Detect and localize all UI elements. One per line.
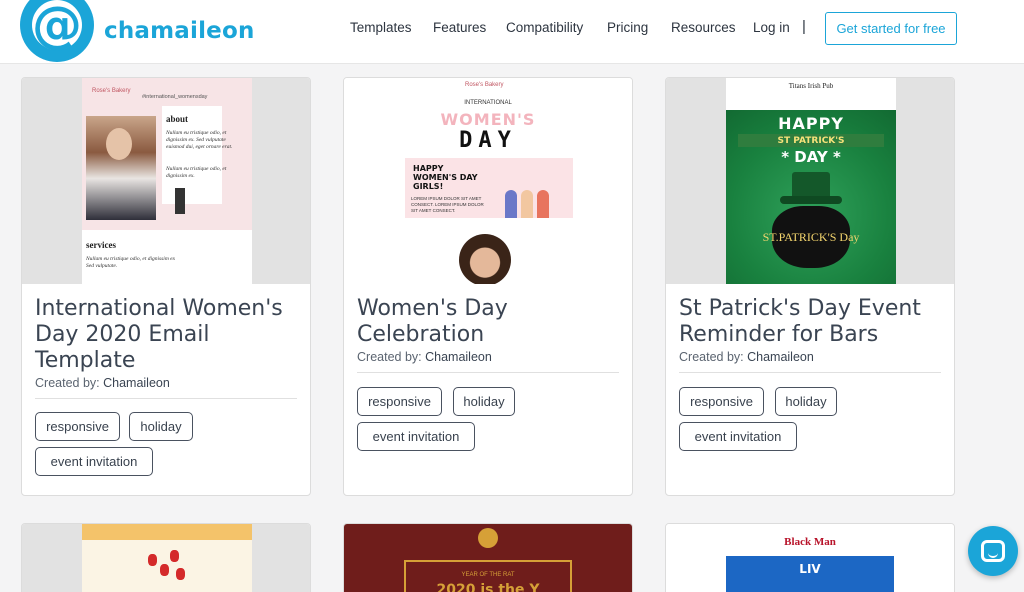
thumb-logo: Rose's Bakery <box>465 82 504 88</box>
template-card[interactable]: YEAR OF THE RAT 2020 is the Y <box>343 523 633 592</box>
thumb-headline: 2020 is the Y <box>436 582 540 592</box>
thumb-pot-label: ST.PATRICK'S Day <box>762 230 860 244</box>
leprechaun-hat-icon <box>792 172 830 198</box>
template-card[interactable]: Rose's Bakery INTERNATIONAL WOMEN'S DAY … <box>343 77 633 496</box>
card-divider <box>357 372 619 373</box>
thumb-year-label: YEAR OF THE RAT <box>461 572 515 578</box>
portrait-image <box>86 116 156 220</box>
thumb-section-body: Nullam eu tristique odio, et dignissim e… <box>86 256 176 269</box>
template-card[interactable]: Rose's Bakery #international_womensday a… <box>21 77 311 496</box>
thumb-section-heading: services <box>86 240 116 250</box>
tag-holiday[interactable]: holiday <box>453 387 515 416</box>
nav-separator: | <box>802 18 806 35</box>
woman-illustration <box>537 190 549 218</box>
tag-responsive[interactable]: responsive <box>357 387 442 416</box>
card-title[interactable]: Women's Day Celebration <box>357 296 627 348</box>
lantern-icon <box>176 568 185 580</box>
nav-pricing[interactable]: Pricing <box>607 20 648 35</box>
template-thumbnail[interactable]: Black Man LIV <box>666 524 954 592</box>
thumb-scroll-bar <box>175 188 185 214</box>
thumb-line-2: ST PATRICK'S <box>777 136 845 146</box>
woman-illustration <box>521 190 533 218</box>
template-thumbnail[interactable]: Rose's Bakery INTERNATIONAL WOMEN'S DAY … <box>344 78 632 284</box>
thumb-banner-body: LOREM IPSUM DOLOR SIT AMET CONSECT. LORE… <box>411 196 484 213</box>
thumb-logo: Rose's Bakery <box>92 88 131 94</box>
template-thumbnail[interactable] <box>22 524 310 592</box>
template-thumbnail[interactable]: Rose's Bakery #international_womensday a… <box>22 78 310 284</box>
chat-launcher-button[interactable] <box>968 526 1018 576</box>
thumb-line-1: HAPPY <box>778 114 844 133</box>
lantern-icon <box>160 564 169 576</box>
tag-event-invitation[interactable]: event invitation <box>357 422 475 451</box>
chat-bubble-icon <box>981 540 1005 562</box>
tag-holiday[interactable]: holiday <box>775 387 837 416</box>
thumb-body: Nullam eu tristique odio, et dignissim e… <box>166 130 233 150</box>
card-divider <box>679 372 941 373</box>
thumb-hashtag: #international_womensday <box>142 94 208 100</box>
thumb-line: LIV <box>799 562 821 576</box>
lantern-icon <box>148 554 157 566</box>
thumb-line-1: INTERNATIONAL <box>464 100 512 106</box>
thumb-line-2: WOMEN'S <box>440 110 536 129</box>
rat-emblem-icon <box>478 528 498 548</box>
nav-resources[interactable]: Resources <box>671 20 736 35</box>
tag-event-invitation[interactable]: event invitation <box>35 447 153 476</box>
card-creator: Created by: Chamaileon <box>679 350 814 364</box>
template-card[interactable] <box>21 523 311 592</box>
card-title[interactable]: International Women's Day 2020 Email Tem… <box>35 296 305 374</box>
nav-features[interactable]: Features <box>433 20 486 35</box>
template-card[interactable]: Titans Irish Pub HAPPY ST PATRICK'S * DA… <box>665 77 955 496</box>
tag-responsive[interactable]: responsive <box>679 387 764 416</box>
template-thumbnail[interactable]: YEAR OF THE RAT 2020 is the Y <box>344 524 632 592</box>
thumb-body-2: Nullam eu tristique odio, et dignissim e… <box>166 166 227 179</box>
nav-compatibility[interactable]: Compatibility <box>506 20 583 35</box>
get-started-button[interactable]: Get started for free <box>825 12 957 45</box>
template-card[interactable]: Black Man LIV <box>665 523 955 592</box>
lantern-icon <box>170 550 179 562</box>
thumb-pub-name: Titans Irish Pub <box>788 82 834 90</box>
nav-templates[interactable]: Templates <box>350 20 412 35</box>
thumb-line-3: DAY <box>459 128 517 153</box>
template-thumbnail[interactable]: Titans Irish Pub HAPPY ST PATRICK'S * DA… <box>666 78 954 284</box>
card-creator: Created by: Chamaileon <box>35 376 170 390</box>
card-title[interactable]: St Patrick's Day Event Reminder for Bars <box>679 296 949 348</box>
tag-holiday[interactable]: holiday <box>129 412 193 441</box>
tag-responsive[interactable]: responsive <box>35 412 120 441</box>
woman-illustration <box>505 190 517 218</box>
nav-login[interactable]: Log in <box>753 20 790 35</box>
portrait-image <box>459 234 511 284</box>
tag-event-invitation[interactable]: event invitation <box>679 422 797 451</box>
chamaileon-logo-icon[interactable]: @ <box>20 0 94 62</box>
thumb-line-3: * DAY * <box>781 148 841 166</box>
brand-name[interactable]: chamaileon <box>104 18 255 44</box>
card-creator: Created by: Chamaileon <box>357 350 492 364</box>
thumb-banner: HAPPY WOMEN'S DAY GIRLS! <box>413 164 478 191</box>
card-divider <box>35 398 297 399</box>
site-header: @ chamaileon Templates Features Compatib… <box>0 0 1024 64</box>
thumb-brand: Black Man <box>784 536 836 548</box>
thumb-heading: about <box>166 114 189 124</box>
